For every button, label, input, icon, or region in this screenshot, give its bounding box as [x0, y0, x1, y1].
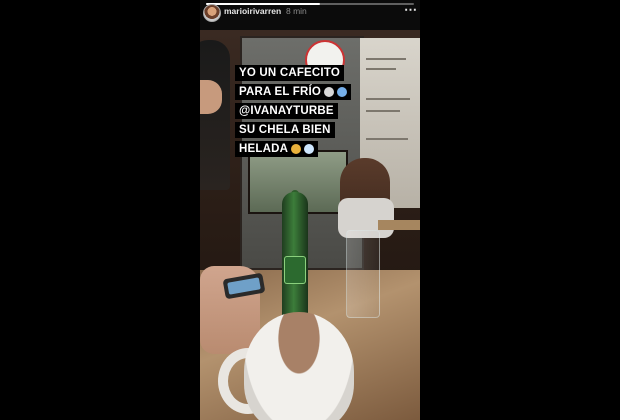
- background-table: [378, 220, 420, 230]
- story-progress-fill: [206, 3, 321, 5]
- caption-mention[interactable]: @IVANAYTURBE: [235, 103, 338, 119]
- caption-line-4: SU CHELA BIEN: [235, 122, 335, 138]
- emoji-icon: [324, 86, 335, 97]
- caption-line-1: YO UN CAFECITO: [235, 65, 344, 81]
- person-face: [200, 80, 222, 114]
- caption-line-5: HELADA: [235, 141, 319, 157]
- beer-icon: [291, 143, 302, 154]
- coffee-cup: [244, 312, 354, 420]
- story-caption: YO UN CAFECITO PARA EL FRÍO @IVANAYTURBE…: [235, 63, 385, 158]
- instagram-story: marioirivarren 8 min ⋯ YO UN CAFECITO PA…: [200, 0, 420, 420]
- story-username[interactable]: marioirivarren: [224, 6, 281, 16]
- story-time-ago: 8 min: [286, 6, 307, 16]
- bottle-label: [284, 256, 306, 284]
- caption-line-2: PARA EL FRÍO: [235, 84, 352, 100]
- emoji-icon: [337, 86, 348, 97]
- story-header: marioirivarren 8 min ⋯: [200, 0, 420, 30]
- ice-icon: [304, 143, 315, 154]
- more-options-icon[interactable]: ⋯: [404, 2, 417, 18]
- person-left: [200, 40, 230, 190]
- story-progress-bar: [206, 3, 414, 5]
- drinking-glass: [346, 230, 380, 318]
- avatar-icon[interactable]: [203, 4, 221, 22]
